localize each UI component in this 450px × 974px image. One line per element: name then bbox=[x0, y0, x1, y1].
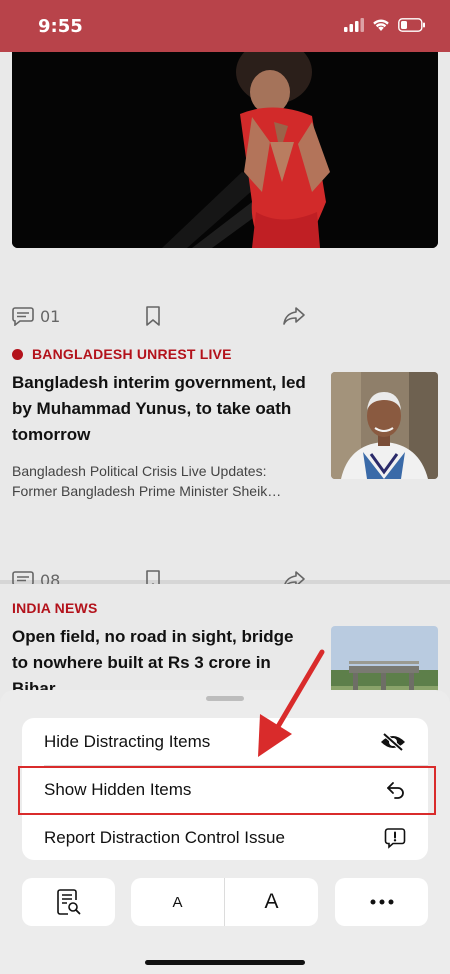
topic-label[interactable]: BANGLADESH UNREST LIVE bbox=[12, 346, 232, 362]
comment-count: 01 bbox=[40, 306, 61, 326]
share-button[interactable] bbox=[282, 306, 306, 326]
eye-slash-icon bbox=[381, 732, 405, 752]
increase-font-button[interactable]: A bbox=[225, 878, 318, 926]
report-distraction-issue-item[interactable]: Report Distraction Control Issue bbox=[22, 814, 428, 862]
reader-search-icon bbox=[56, 889, 80, 915]
news-card[interactable]: BANGLADESH UNREST LIVE Bangladesh interi… bbox=[0, 330, 450, 590]
summary-line: Former Bangladesh Prime Minister Sheik… bbox=[12, 483, 282, 499]
live-dot-icon bbox=[12, 348, 23, 360]
report-bubble-icon bbox=[384, 828, 406, 849]
menu-item-label: Report Distraction Control Issue bbox=[44, 828, 285, 847]
comment-icon bbox=[12, 307, 34, 326]
comments-button[interactable]: 01 bbox=[12, 306, 60, 326]
home-indicator[interactable] bbox=[145, 960, 305, 965]
share-icon bbox=[283, 307, 305, 325]
news-card[interactable]: 01 bbox=[0, 52, 450, 362]
thumbnail-image[interactable] bbox=[331, 372, 438, 479]
more-icon bbox=[370, 899, 393, 905]
topic-text: BANGLADESH UNREST LIVE bbox=[32, 346, 232, 362]
status-bar: 9:55 bbox=[0, 0, 450, 52]
battery-icon bbox=[398, 18, 425, 32]
decrease-font-button[interactable]: A bbox=[131, 878, 224, 926]
signal-icon bbox=[344, 18, 364, 32]
menu-item-label: Hide Distracting Items bbox=[44, 732, 211, 751]
bookmark-button[interactable] bbox=[145, 306, 161, 326]
topic-label[interactable]: INDIA NEWS bbox=[12, 600, 97, 616]
annotation-highlight-box bbox=[18, 766, 436, 815]
sheet-grabber[interactable] bbox=[206, 696, 244, 701]
reader-button[interactable] bbox=[22, 878, 115, 926]
wifi-icon bbox=[373, 19, 389, 31]
headline[interactable]: Bangladesh interim government, led by Mu… bbox=[12, 370, 312, 448]
hide-distracting-items-item[interactable]: Hide Distracting Items bbox=[22, 718, 428, 766]
sheet-toolbar: A A bbox=[22, 878, 428, 926]
font-size-control: A A bbox=[131, 878, 318, 926]
more-button[interactable] bbox=[335, 878, 428, 926]
status-icons bbox=[344, 18, 426, 32]
topic-text: INDIA NEWS bbox=[12, 600, 98, 616]
bookmark-icon bbox=[146, 306, 160, 326]
summary: Bangladesh Political Crisis Live Updates… bbox=[12, 461, 317, 501]
hero-image[interactable] bbox=[12, 52, 438, 248]
summary-line: Bangladesh Political Crisis Live Updates… bbox=[12, 463, 267, 479]
page-menu-sheet: Hide Distracting Items Show Hidden Items… bbox=[0, 690, 450, 974]
status-time: 9:55 bbox=[38, 16, 83, 37]
